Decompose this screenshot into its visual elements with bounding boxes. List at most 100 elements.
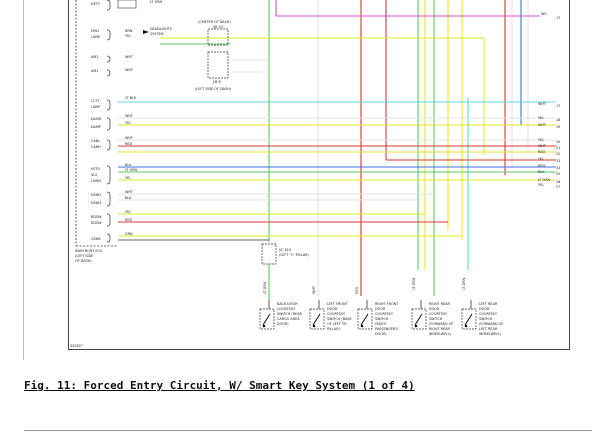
switch-label: COURTESY <box>429 312 448 316</box>
right-pin-number: 18 <box>556 118 560 122</box>
fuse-box <box>117 0 137 9</box>
switch-label: LEFT REAR <box>479 327 498 331</box>
right-pin-number: 26 <box>556 180 560 184</box>
switch-label: PILLAR) <box>327 327 341 331</box>
switch-label: COURTESY <box>277 307 296 311</box>
right-pin-number: 25 <box>556 172 560 176</box>
right-pin-label: YEL <box>538 138 544 142</box>
switch-label: DOOR) <box>277 322 289 326</box>
switch-label: WHEELWELL) <box>479 332 502 336</box>
switch-terminal <box>414 324 418 328</box>
figure-caption: Fig. 11: Forced Entry Circuit, W/ Smart … <box>24 379 415 392</box>
right-pin-label: WHT <box>538 144 547 148</box>
switch-label: (FORWARD OF <box>479 322 503 326</box>
right-pin-number: 24 <box>556 166 560 170</box>
switch-wire-label: LT GRN <box>462 277 466 290</box>
right-pin-label: WHT <box>538 123 547 127</box>
figure-code: 332827 <box>70 344 83 348</box>
headlight-label: HEADLIGHTS <box>150 27 172 31</box>
location-label: (CENTER OF DASH) <box>198 20 231 24</box>
wire-color-label: BLK <box>125 163 132 167</box>
switch-label: COURTESY <box>327 312 346 316</box>
right-pin-number: 19 <box>556 125 560 129</box>
magenta-wire <box>275 0 540 17</box>
switch-label: RIGHT REAR <box>429 327 450 331</box>
connector-bracket <box>106 165 111 185</box>
right-pin-label: RED <box>538 164 545 168</box>
connector-bracket <box>106 99 111 111</box>
wire-color-label: WHT <box>125 55 134 59</box>
connector-location: (LEFT "C" PILLAR) <box>279 253 310 257</box>
module-pin-label: DETY <box>91 2 101 6</box>
switch-terminal <box>360 324 364 328</box>
switch-terminal <box>262 324 266 328</box>
module-pin-label: LAMP <box>91 35 100 39</box>
module-pin-label: CANL <box>91 139 100 143</box>
switch-label: PASSENGER'S <box>375 327 398 331</box>
right-pin-label: YEL <box>538 183 544 187</box>
switch-label: BACK DOOR <box>277 302 298 306</box>
right-pin-label: BLK <box>538 170 545 174</box>
switch-contact <box>360 313 369 326</box>
wiring-diagram-svg: WG 17 HRLY LAMP AM2 AM1 DETY LCTY LAMP DASW DAMP CA… <box>70 0 560 348</box>
module-pin-label: HRLY <box>91 29 100 33</box>
wire-color-label: YEL <box>125 176 131 180</box>
connector-label: J/C K10 <box>278 248 291 252</box>
wire-color-label: RED <box>125 218 132 222</box>
connector-bracket <box>106 191 111 207</box>
pin-label-top: WG <box>541 12 547 16</box>
switch-label: RIGHT FRONT <box>375 302 399 306</box>
module-pin-label: AM2 <box>91 55 98 59</box>
module-pin-label: BDSW <box>91 215 102 219</box>
wire-color-label: BRN <box>125 29 133 33</box>
pin-number: 17 <box>556 16 560 20</box>
wire-color-label: WHT <box>125 114 134 118</box>
switch-terminal <box>312 324 316 328</box>
switch-label: LEFT REAR <box>479 302 498 306</box>
right-pin-number: 23 <box>556 159 560 163</box>
switch-label: (RIGHT <box>375 322 388 326</box>
headlight-label: SYSTEM <box>150 32 164 36</box>
connector-bracket <box>106 233 111 243</box>
switch-contact <box>262 313 271 326</box>
switch-contact <box>312 313 321 326</box>
switch-wire-label: RED <box>355 287 359 294</box>
wire-color-label: YEL <box>125 121 131 125</box>
junction-label: J/B 8 <box>212 80 221 84</box>
wire-color-label: YEL <box>125 34 131 38</box>
wire-color-label: YEL <box>125 210 131 214</box>
module-pin-label: DAMP <box>91 125 101 129</box>
right-pin-number: 17 <box>556 104 560 108</box>
right-pin-number: 21 <box>556 146 560 150</box>
connector-bracket <box>106 29 111 41</box>
right-pin-label: YEL <box>538 116 544 120</box>
switch-contact <box>414 313 423 326</box>
switch-label: SWITCH <box>479 317 493 321</box>
connector-bracket <box>106 139 111 151</box>
wire-color-label: LT BLK <box>125 96 137 100</box>
module-pin-label: DSW3 <box>91 201 101 205</box>
connector-bracket <box>106 0 111 11</box>
switch-wire-label: WHT <box>312 285 316 294</box>
arrow-icon <box>143 30 149 34</box>
switch-terminal <box>464 324 468 328</box>
switch-label: COURTESY <box>479 312 498 316</box>
wire-color-label: RED <box>125 142 132 146</box>
wire-color-label: GRN <box>125 232 133 236</box>
wire-color-label: WHT <box>125 190 134 194</box>
right-pin-label: YEL <box>538 157 544 161</box>
junction-label: J/B 53 <box>212 25 223 29</box>
connector-bracket <box>106 213 111 227</box>
switch-label: CARGO AREA <box>277 317 300 321</box>
switch-label: OF LEFT "B" <box>327 322 348 326</box>
wire-color-label: WHT <box>125 68 134 72</box>
module-pin-label: RDSW <box>91 221 102 225</box>
switch-wire-label: LT GRN <box>263 281 267 294</box>
switch-wire-label: LT GRN <box>412 277 416 290</box>
right-pin-number: 20 <box>556 140 560 144</box>
switch-label: LEFT FRONT <box>327 302 349 306</box>
switch-label: SWITCH <box>429 317 443 321</box>
page-bottom-rule <box>24 430 592 431</box>
switch-label: SWITCH (REAR <box>277 312 303 316</box>
switch-label: SWITCH (BASE <box>327 317 352 321</box>
